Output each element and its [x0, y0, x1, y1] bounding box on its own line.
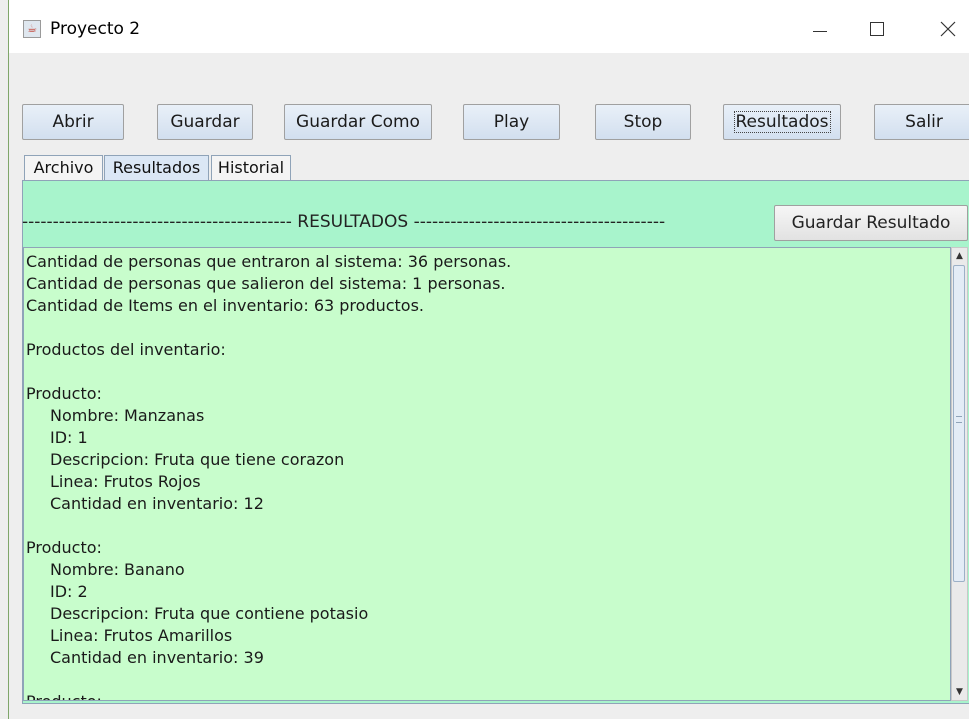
text-line: ID: 1	[50, 428, 88, 447]
resultados-button[interactable]: Resultados	[723, 104, 841, 140]
text-line: Descripcion: Fruta que contiene potasio	[50, 604, 369, 623]
text-line: Cantidad en inventario: 39	[50, 648, 264, 667]
vertical-scrollbar[interactable]: ▲ ▼	[951, 247, 968, 701]
text-line: Producto:	[26, 384, 102, 403]
text-line	[26, 515, 948, 537]
results-header: ----------------------------------------…	[22, 212, 666, 232]
text-line	[26, 669, 948, 691]
window-edge	[8, 0, 9, 719]
close-button[interactable]	[924, 12, 969, 46]
maximize-button[interactable]	[854, 12, 900, 46]
java-cup-icon: ☕	[23, 20, 41, 38]
play-button[interactable]: Play	[463, 104, 560, 140]
text-line: Nombre: Banano	[50, 560, 185, 579]
guardar-button[interactable]: Guardar	[157, 104, 253, 140]
scroll-up-arrow-icon[interactable]: ▲	[952, 248, 967, 264]
grip-icon	[956, 416, 962, 423]
text-line: Cantidad de Items en el inventario: 63 p…	[26, 296, 425, 315]
text-line: Producto:	[26, 538, 102, 557]
text-line: ID: 2	[50, 582, 88, 601]
text-line: Producto:	[26, 691, 948, 700]
resultados-button-label: Resultados	[733, 111, 831, 133]
text-line: Linea: Frutos Amarillos	[50, 626, 233, 645]
window-title: Proyecto 2	[50, 19, 141, 39]
guardar-resultado-button[interactable]: Guardar Resultado	[774, 205, 968, 241]
minimize-button[interactable]	[795, 12, 841, 46]
guardar-como-button[interactable]: Guardar Como	[284, 104, 432, 140]
text-line	[26, 317, 948, 339]
text-line: Linea: Frutos Rojos	[50, 472, 201, 491]
text-line: Nombre: Manzanas	[50, 406, 205, 425]
text-line: Descripcion: Fruta que tiene corazon	[50, 450, 345, 469]
maximize-icon	[870, 22, 884, 36]
tab-historial[interactable]: Historial	[211, 155, 291, 181]
text-line: Productos del inventario:	[26, 340, 226, 359]
salir-button[interactable]: Salir	[874, 104, 969, 140]
title-bar: ☕ Proyecto 2	[9, 0, 969, 53]
text-line: Cantidad de personas que salieron del si…	[26, 274, 506, 293]
abrir-button[interactable]: Abrir	[22, 104, 124, 140]
scroll-down-arrow-icon[interactable]: ▼	[952, 684, 967, 700]
text-line: Cantidad en inventario: 12	[50, 494, 264, 513]
text-line	[26, 361, 948, 383]
close-icon	[940, 21, 956, 37]
results-text-area[interactable]: Cantidad de personas que entraron al sis…	[23, 247, 951, 701]
minimize-icon	[813, 31, 827, 32]
tab-resultados[interactable]: Resultados	[104, 155, 209, 181]
stop-button[interactable]: Stop	[595, 104, 691, 140]
tab-archivo[interactable]: Archivo	[24, 155, 103, 181]
scroll-thumb[interactable]	[953, 265, 965, 582]
text-line: Cantidad de personas que entraron al sis…	[26, 252, 512, 271]
